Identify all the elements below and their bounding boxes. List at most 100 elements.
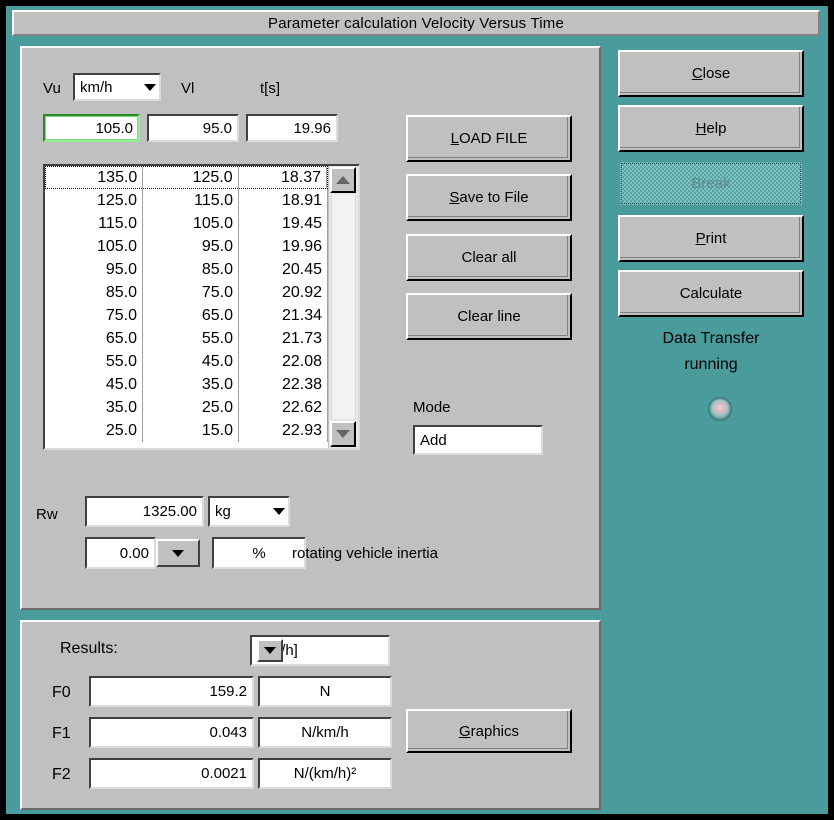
rw-unit-value: kg <box>215 503 231 520</box>
table-cell: 45.0 <box>45 373 143 396</box>
table-cell: 55.0 <box>143 327 239 350</box>
break-label: Break <box>691 175 731 192</box>
clear-all-button[interactable]: Clear all <box>406 234 572 281</box>
chevron-down-icon <box>141 75 159 99</box>
table-cell: 19.96 <box>239 235 328 258</box>
triangle-down-icon <box>336 430 350 438</box>
rw-input[interactable]: 1325.00 <box>85 496 204 527</box>
table-cell: 55.0 <box>45 350 143 373</box>
window-frame: Parameter calculation Velocity Versus Ti… <box>4 4 830 816</box>
close-label: Close <box>691 65 731 82</box>
inertia-description-label: rotating vehicle inertia <box>292 545 438 562</box>
f2-label: F2 <box>52 766 71 783</box>
t-input[interactable]: 19.96 <box>246 114 338 142</box>
clear-all-label: Clear all <box>461 249 517 266</box>
graphics-button[interactable]: Graphics <box>406 709 572 753</box>
mode-label: Mode <box>413 399 451 416</box>
table-cell: 35.0 <box>45 396 143 419</box>
calculate-button[interactable]: Calculate <box>618 270 804 317</box>
measurement-list[interactable]: 135.0 125.0 18.37 125.0 115.0 18.91 115.0 105.0… <box>43 164 360 450</box>
vl-label: Vl <box>181 80 195 97</box>
t-label: t[s] <box>260 80 281 97</box>
f1-unit: N/km/h <box>258 717 392 748</box>
table-row[interactable]: 55.0 45.0 22.08 <box>45 350 328 373</box>
vl-input[interactable]: 95.0 <box>147 114 239 142</box>
table-row[interactable]: 35.0 25.0 22.62 <box>45 396 328 419</box>
table-row[interactable]: 75.0 65.0 21.34 <box>45 304 328 327</box>
title-bar: Parameter calculation Velocity Versus Ti… <box>12 10 820 36</box>
load-file-button[interactable]: LOAD FILE <box>406 115 572 162</box>
table-cell: 20.92 <box>239 281 328 304</box>
table-cell: 35.0 <box>143 373 239 396</box>
table-cell: 65.0 <box>143 304 239 327</box>
save-to-file-button[interactable]: Save to File <box>406 174 572 221</box>
break-button[interactable]: Break <box>618 160 804 207</box>
table-cell: 105.0 <box>45 235 143 258</box>
table-cell: 25.0 <box>143 396 239 419</box>
table-cell: 15.0 <box>143 419 239 442</box>
graphics-label: Graphics <box>458 722 520 740</box>
table-row[interactable]: 125.0 115.0 18.91 <box>45 189 328 212</box>
results-unit-dropdown[interactable]: [km/h] <box>250 635 390 666</box>
f0-label: F0 <box>52 684 71 701</box>
window-title: Parameter calculation Velocity Versus Ti… <box>267 14 565 32</box>
table-cell: 95.0 <box>143 235 239 258</box>
table-cell: 85.0 <box>143 258 239 281</box>
table-cell: 25.0 <box>45 419 143 442</box>
vu-input[interactable]: 105.0 <box>43 114 140 142</box>
clear-line-button[interactable]: Clear line <box>406 293 572 340</box>
f2-unit: N/(km/h)² <box>258 758 392 789</box>
table-cell: 19.45 <box>239 212 328 235</box>
table-row[interactable]: 135.0 125.0 18.37 <box>45 166 328 189</box>
table-row[interactable]: 95.0 85.0 20.45 <box>45 258 328 281</box>
triangle-up-icon <box>336 176 350 184</box>
print-button[interactable]: Print <box>618 215 804 262</box>
f0-unit: N <box>258 676 392 707</box>
clear-line-label: Clear line <box>457 308 521 325</box>
table-cell: 22.62 <box>239 396 328 419</box>
table-cell: 115.0 <box>45 212 143 235</box>
rw-unit-dropdown[interactable]: kg <box>208 496 290 527</box>
table-cell: 22.08 <box>239 350 328 373</box>
table-row[interactable]: 25.0 15.0 22.93 <box>45 419 328 442</box>
application-window: Parameter calculation Velocity Versus Ti… <box>0 0 834 820</box>
table-cell: 125.0 <box>143 167 239 188</box>
table-cell: 105.0 <box>143 212 239 235</box>
calculate-label: Calculate <box>679 285 743 302</box>
table-row[interactable]: 115.0 105.0 19.45 <box>45 212 328 235</box>
parameter-input-panel: Vu km/h Vl t[s] 105.0 95.0 19.96 135.0 12… <box>20 46 601 610</box>
inertia-input[interactable]: 0.00 <box>85 537 156 569</box>
table-cell: 135.0 <box>46 167 144 188</box>
mode-input[interactable]: Add <box>413 425 543 455</box>
led-indicator-icon <box>708 397 732 421</box>
f0-value: 159.2 <box>89 676 254 707</box>
data-transfer-line1: Data Transfer <box>662 330 760 347</box>
table-cell: 21.73 <box>239 327 328 350</box>
table-row[interactable]: 45.0 35.0 22.38 <box>45 373 328 396</box>
table-cell: 45.0 <box>143 350 239 373</box>
table-row[interactable]: 85.0 75.0 20.92 <box>45 281 328 304</box>
table-cell: 125.0 <box>45 189 143 212</box>
table-cell: 18.37 <box>239 167 328 188</box>
table-cell: 18.91 <box>239 189 328 212</box>
results-title: Results: <box>60 640 118 657</box>
table-row[interactable]: 105.0 95.0 19.96 <box>45 235 328 258</box>
table-row[interactable]: 65.0 55.0 21.73 <box>45 327 328 350</box>
vu-label: Vu <box>43 80 61 97</box>
scroll-up-button[interactable] <box>330 167 356 193</box>
scrollbar-track[interactable] <box>331 195 356 419</box>
chevron-down-icon[interactable] <box>257 639 283 662</box>
close-button[interactable]: Close <box>618 50 804 97</box>
list-scrollbar[interactable] <box>328 166 358 448</box>
scroll-down-button[interactable] <box>330 421 356 447</box>
vu-unit-value: km/h <box>80 78 113 96</box>
table-cell: 21.34 <box>239 304 328 327</box>
help-button[interactable]: Help <box>618 105 804 152</box>
table-cell: 65.0 <box>45 327 143 350</box>
chevron-down-icon[interactable] <box>156 539 200 567</box>
load-file-label: LOAD FILE <box>450 130 528 147</box>
vu-unit-dropdown[interactable]: km/h <box>73 73 161 101</box>
results-panel: Results: [km/h] F0 159.2 N F1 0.043 N/km… <box>20 620 601 810</box>
inertia-spinner[interactable] <box>156 537 204 569</box>
help-label: Help <box>695 120 727 137</box>
